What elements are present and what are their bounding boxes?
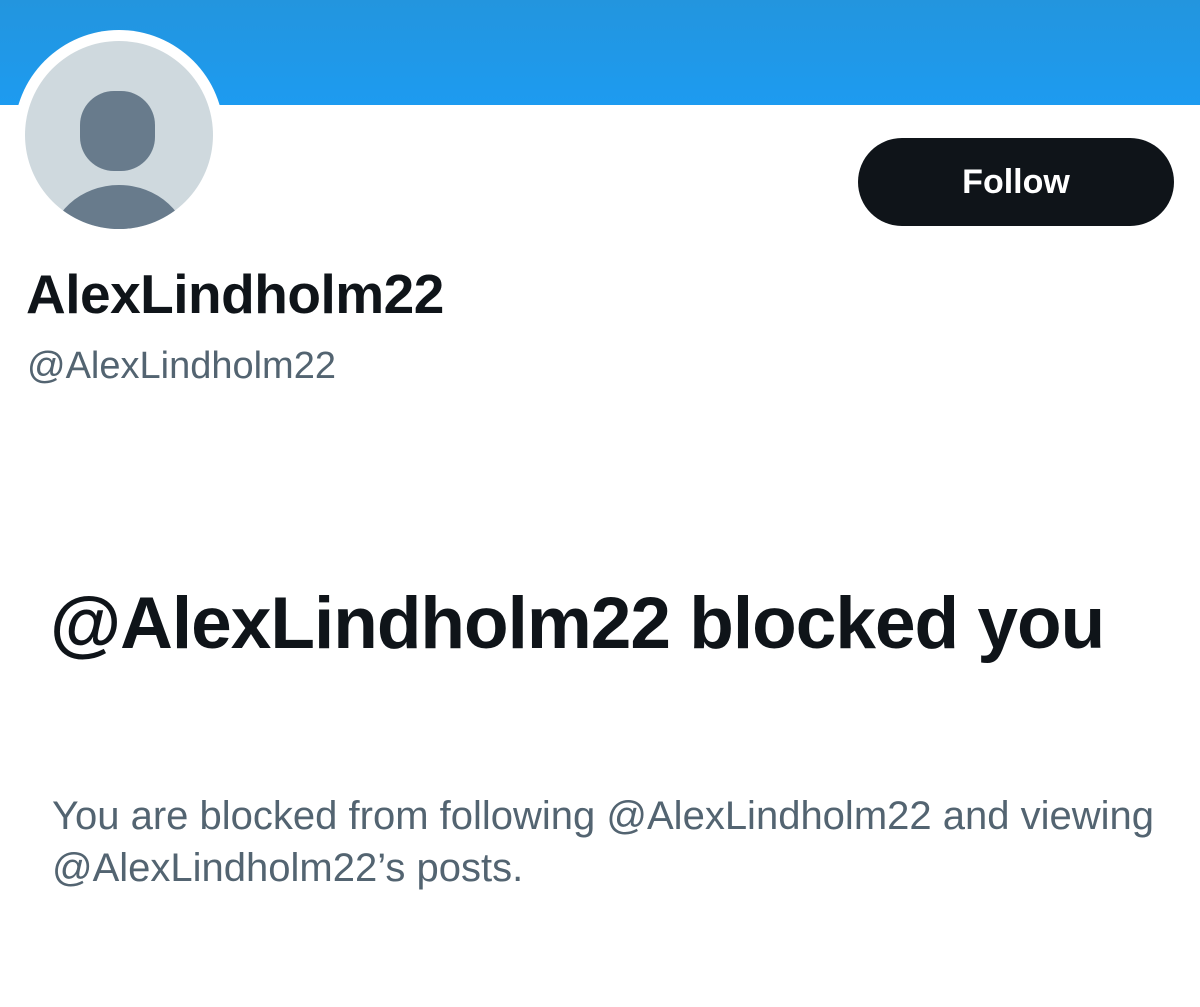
profile-handle: @AlexLindholm22 xyxy=(27,345,336,387)
follow-button[interactable]: Follow xyxy=(858,138,1174,226)
avatar[interactable] xyxy=(25,41,213,229)
profile-display-name: AlexLindholm22 xyxy=(26,263,444,325)
default-profile-silhouette-icon xyxy=(52,91,186,229)
blocked-title: @AlexLindholm22 blocked you xyxy=(50,583,1105,664)
blocked-description: You are blocked from following @AlexLind… xyxy=(52,794,1154,890)
profile-page: Follow AlexLindholm22 @AlexLindholm22 @A… xyxy=(0,0,1200,1007)
